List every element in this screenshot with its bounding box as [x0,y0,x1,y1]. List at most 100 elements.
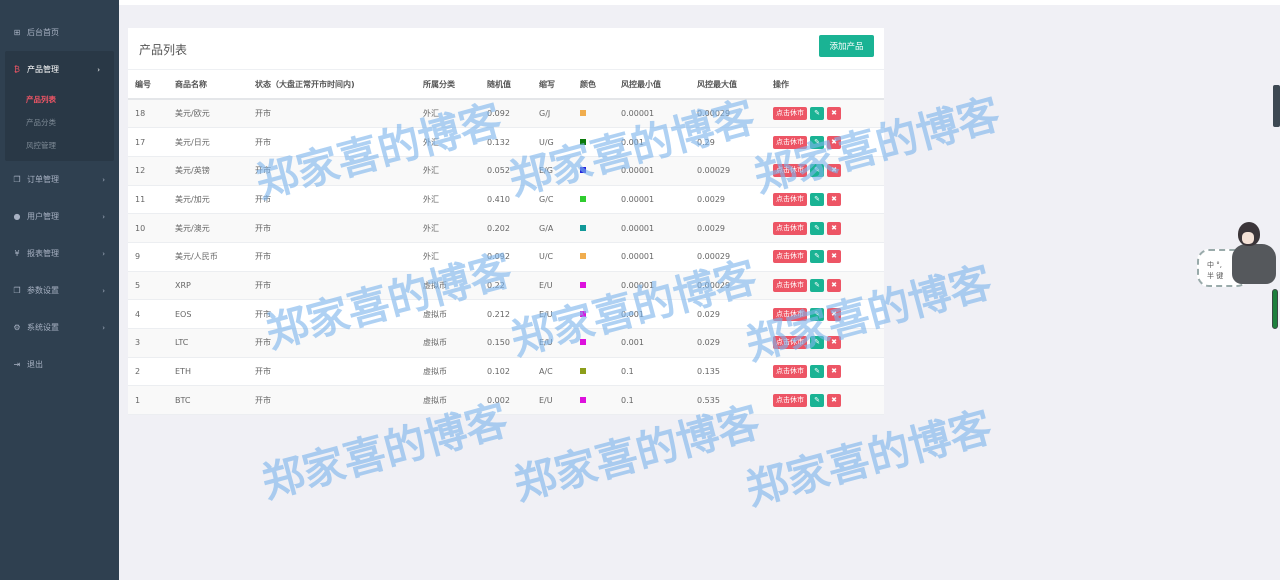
column-header: 缩写 [532,70,573,100]
table-row: 3 LTC 开市 虚拟币 0.150 E/U 0.001 0.029 点击休市 ✎ ✖ [128,328,884,358]
chevron-right-icon: › [102,286,105,295]
panel-header: 产品列表 添加产品 [128,28,884,70]
trash-icon[interactable]: ✖ [827,393,841,407]
cell-id: 3 [128,328,168,358]
cell-status: 开市 [248,185,416,215]
mascot-figure[interactable] [1232,244,1276,284]
sidebar-subitem-product-category[interactable]: 产品分类 [5,111,114,134]
cell-status: 开市 [248,385,416,416]
cell-random: 0.092 [480,99,532,129]
edge-scroll-handle[interactable] [1273,85,1280,127]
halt-market-button[interactable]: 点击休市 [773,336,807,350]
cell-color [573,328,614,358]
edit-icon[interactable]: ✎ [810,135,824,149]
sidebar-item-label: 报表管理 [27,249,59,258]
chevron-right-icon: › [102,323,105,332]
cell-max: 0.135 [690,357,766,387]
sidebar-item-logout[interactable]: ⇥ 退出 [0,346,119,383]
cell-actions: 点击休市 ✎ ✖ [766,271,884,301]
edit-icon[interactable]: ✎ [810,307,824,321]
cell-id: 11 [128,185,168,215]
cell-min: 0.00001 [614,213,690,243]
halt-market-button[interactable]: 点击休市 [773,221,807,235]
cell-category: 虚拟币 [416,357,480,387]
sidebar-item-label: 产品管理 [27,65,59,74]
edit-icon[interactable]: ✎ [810,221,824,235]
cell-name: 美元/欧元 [168,99,248,129]
cell-id: 10 [128,213,168,243]
cell-min: 0.001 [614,127,690,157]
halt-market-button[interactable]: 点击休市 [773,307,807,321]
halt-market-button[interactable]: 点击休市 [773,164,807,178]
halt-market-button[interactable]: 点击休市 [773,393,807,407]
edge-green-slider[interactable] [1272,289,1278,329]
cell-abbr: E/U [532,299,573,329]
cell-id: 9 [128,242,168,272]
cell-abbr: E/U [532,328,573,358]
cell-max: 0.00029 [690,271,766,301]
sidebar-item-reports[interactable]: ¥ 报表管理 › [0,235,119,272]
sidebar-item-label: 用户管理 [27,212,59,221]
column-header: 风控最大值 [690,70,766,100]
chevron-right-icon: › [102,212,105,221]
trash-icon[interactable]: ✖ [827,307,841,321]
cell-id: 1 [128,385,168,416]
edit-icon[interactable]: ✎ [810,365,824,379]
cell-abbr: U/G [532,127,573,157]
cell-color [573,213,614,243]
product-table: 编号 商品名称 状态（大盘正常开市时间内) 所属分类 随机值 缩写 颜色 风控最… [128,70,884,416]
trash-icon[interactable]: ✖ [827,107,841,121]
edit-icon[interactable]: ✎ [810,107,824,121]
trash-icon[interactable]: ✖ [827,336,841,350]
sidebar-item-products[interactable]: ₿ 产品管理 › [5,51,114,88]
cell-name: 美元/日元 [168,127,248,157]
halt-market-button[interactable]: 点击休市 [773,107,807,121]
add-product-button[interactable]: 添加产品 [819,35,874,57]
sidebar-item-system[interactable]: ⚙ 系统设置 › [0,309,119,346]
trash-icon[interactable]: ✖ [827,278,841,292]
cell-name: 美元/澳元 [168,213,248,243]
halt-market-button[interactable]: 点击休市 [773,192,807,206]
sidebar-item-dashboard[interactable]: ⊞ 后台首页 [0,14,119,51]
edit-icon[interactable]: ✎ [810,164,824,178]
halt-market-button[interactable]: 点击休市 [773,365,807,379]
sidebar-subitem-risk-control[interactable]: 风控管理 [5,134,114,161]
cell-abbr: E/U [532,385,573,416]
table-row: 12 美元/英镑 开市 外汇 0.052 E/G 0.00001 0.00029 点击休市 ✎ ✖ [128,156,884,186]
edit-icon[interactable]: ✎ [810,393,824,407]
trash-icon[interactable]: ✖ [827,135,841,149]
cell-actions: 点击休市 ✎ ✖ [766,213,884,243]
trash-icon[interactable]: ✖ [827,221,841,235]
sidebar-item-users[interactable]: ● 用户管理 › [0,198,119,235]
cell-name: 美元/人民币 [168,242,248,272]
trash-icon[interactable]: ✖ [827,192,841,206]
cell-random: 0.202 [480,213,532,243]
bitcoin-icon: ₿ [14,65,20,74]
sidebar-item-params[interactable]: ❐ 参数设置 › [0,272,119,309]
halt-market-button[interactable]: 点击休市 [773,250,807,264]
edit-icon[interactable]: ✎ [810,250,824,264]
user-icon: ● [13,212,21,221]
cell-min: 0.1 [614,385,690,416]
cell-actions: 点击休市 ✎ ✖ [766,385,884,416]
trash-icon[interactable]: ✖ [827,164,841,178]
cell-id: 5 [128,271,168,301]
mascot-face [1242,232,1254,244]
trash-icon[interactable]: ✖ [827,365,841,379]
halt-market-button[interactable]: 点击休市 [773,135,807,149]
cell-category: 外汇 [416,127,480,157]
cell-id: 17 [128,127,168,157]
cell-max: 0.00029 [690,242,766,272]
edit-icon[interactable]: ✎ [810,278,824,292]
trash-icon[interactable]: ✖ [827,250,841,264]
sidebar-subitem-product-list[interactable]: 产品列表 [5,88,114,111]
color-swatch [580,224,586,231]
edit-icon[interactable]: ✎ [810,336,824,350]
cell-name: 美元/英镑 [168,156,248,186]
halt-market-button[interactable]: 点击休市 [773,278,807,292]
edit-icon[interactable]: ✎ [810,192,824,206]
cell-max: 0.0029 [690,213,766,243]
cell-color [573,127,614,157]
sidebar-item-orders[interactable]: ❐ 订单管理 › [0,161,119,198]
cell-category: 虚拟币 [416,271,480,301]
